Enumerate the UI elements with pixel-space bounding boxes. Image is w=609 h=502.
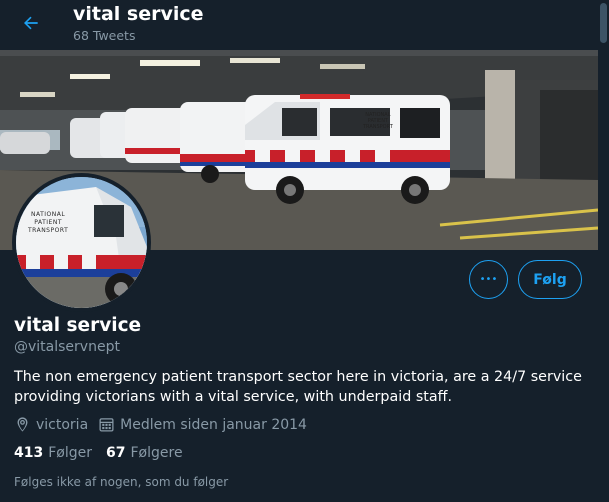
avatar-van-line: TRANSPORT — [28, 227, 69, 234]
followers-count: 67 — [106, 445, 126, 461]
profile-bio: The non emergency patient transport sect… — [14, 369, 582, 405]
following-label: Følger — [48, 445, 92, 461]
follow-counts: 413 Følger 67 Følgere — [14, 445, 197, 461]
profile-header-bar: vital service 68 Tweets — [0, 0, 609, 50]
more-options-button[interactable]: ••• — [469, 260, 508, 299]
following-link[interactable]: 413 Følger — [14, 445, 92, 461]
profile-join-date: Medlem siden januar 2014 — [98, 416, 307, 433]
page-scrollbar[interactable] — [598, 0, 609, 502]
banner-van-text: NATIONAL PATIENT TRANSPORT — [363, 112, 393, 130]
back-button[interactable] — [18, 10, 44, 36]
location-pin-icon — [17, 417, 28, 432]
avatar-van-line: PATIENT — [34, 219, 62, 226]
avatar-photo — [16, 177, 147, 308]
followed-by-note: Følges ikke af nogen, som du følger — [14, 475, 229, 489]
followers-label: Følgere — [130, 445, 183, 461]
location-text: victoria — [36, 416, 89, 433]
arrow-left-icon — [24, 16, 38, 30]
profile-handle: @vitalservnept — [14, 339, 120, 355]
profile-meta: victoria Medlem siden januar 2014 — [14, 416, 317, 433]
followers-link[interactable]: 67 Følgere — [106, 445, 183, 461]
header-title: vital service — [73, 3, 204, 25]
following-count: 413 — [14, 445, 44, 461]
join-date-text: Medlem siden januar 2014 — [120, 416, 307, 433]
avatar-van-line: NATIONAL — [31, 211, 66, 218]
profile-location: victoria — [14, 416, 88, 433]
scrollbar-thumb[interactable] — [600, 3, 607, 43]
calendar-icon — [99, 418, 114, 432]
profile-avatar[interactable]: NATIONAL PATIENT TRANSPORT — [12, 173, 151, 312]
profile-name: vital service — [14, 315, 142, 336]
tweet-count: 68 Tweets — [73, 28, 136, 43]
more-icon: ••• — [479, 274, 498, 285]
avatar-van-text: NATIONAL PATIENT TRANSPORT — [28, 211, 68, 235]
banner-van-line: TRANSPORT — [363, 124, 393, 130]
follow-button[interactable]: Følg — [518, 260, 582, 299]
